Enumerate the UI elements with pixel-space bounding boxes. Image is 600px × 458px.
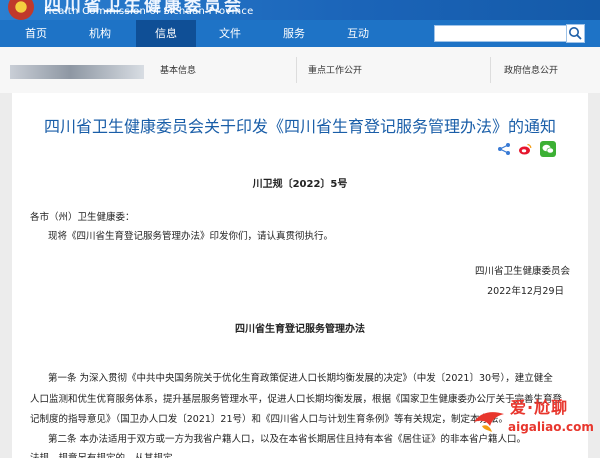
paragraph-line: 第二条 本办法适用于双方或一方为我省户籍人口，以及在本省长期居住且持有本省《居住… xyxy=(48,434,527,445)
search-input[interactable] xyxy=(434,25,568,42)
emblem-icon xyxy=(8,0,34,20)
watermark-text: 爱·尬聊 xyxy=(510,398,569,417)
recipient-line: 各市（州）卫生健康委： xyxy=(30,212,135,223)
nav-item-documents[interactable]: 文件 xyxy=(202,20,258,47)
signature-org: 四川省卫生健康委员会 xyxy=(474,266,570,277)
document-subtitle: 四川省生育登记服务管理办法 xyxy=(235,324,365,335)
banner-photo xyxy=(10,65,144,79)
bird-logo-icon xyxy=(474,412,504,432)
watermark: 爱·尬聊 aigaliao.com xyxy=(468,392,600,458)
share-icon[interactable] xyxy=(497,142,511,156)
wechat-icon[interactable] xyxy=(540,141,556,157)
main-nav: 首页 机构 信息 文件 服务 互动 xyxy=(0,20,600,47)
nav-item-organization[interactable]: 机构 xyxy=(72,20,128,47)
signature-date: 2022年12月29日 xyxy=(487,286,564,297)
search-icon xyxy=(569,27,582,40)
nav-item-information[interactable]: 信息 xyxy=(136,20,196,47)
weibo-icon[interactable] xyxy=(518,142,532,156)
article-title: 四川省卫生健康委员会关于印发《四川省生育登记服务管理办法》的通知 xyxy=(43,117,556,136)
sub-header: 基本信息 重点工作公开 政府信息公开 xyxy=(0,47,600,93)
site-banner: 四川省卫生健康委员会 Health Commission of Sichuan … xyxy=(0,0,600,20)
nav-item-home[interactable]: 首页 xyxy=(8,20,64,47)
paragraph-line: 第一条 为深入贯彻《中共中央国务院关于优化生育政策促进人口长期均衡发展的决定》（… xyxy=(48,373,553,384)
search-button[interactable] xyxy=(566,24,585,43)
site-title-en: Health Commission of Sichuan Province xyxy=(44,6,254,17)
nav-item-interaction[interactable]: 互动 xyxy=(330,20,386,47)
nav-item-services[interactable]: 服务 xyxy=(266,20,322,47)
intro-paragraph: 现将《四川省生育登记服务管理办法》印发你们，请认真贯彻执行。 xyxy=(48,231,334,242)
divider xyxy=(296,57,297,83)
basic-info-label[interactable]: 基本信息 xyxy=(160,63,196,76)
key-info-label[interactable]: 重点工作公开 xyxy=(308,63,362,76)
paragraph-line: 记制度的指导意见》（国卫办人口发〔2021〕21号）和《四川省人口与计划生育条例… xyxy=(30,414,509,425)
gov-info-label[interactable]: 政府信息公开 xyxy=(504,63,558,76)
paragraph-line: 法规、规章另有规定的，从其规定。 xyxy=(30,450,182,458)
document-number: 川卫规〔2022〕5号 xyxy=(252,179,348,190)
watermark-url: aigaliao.com xyxy=(508,420,594,434)
divider xyxy=(490,57,491,83)
